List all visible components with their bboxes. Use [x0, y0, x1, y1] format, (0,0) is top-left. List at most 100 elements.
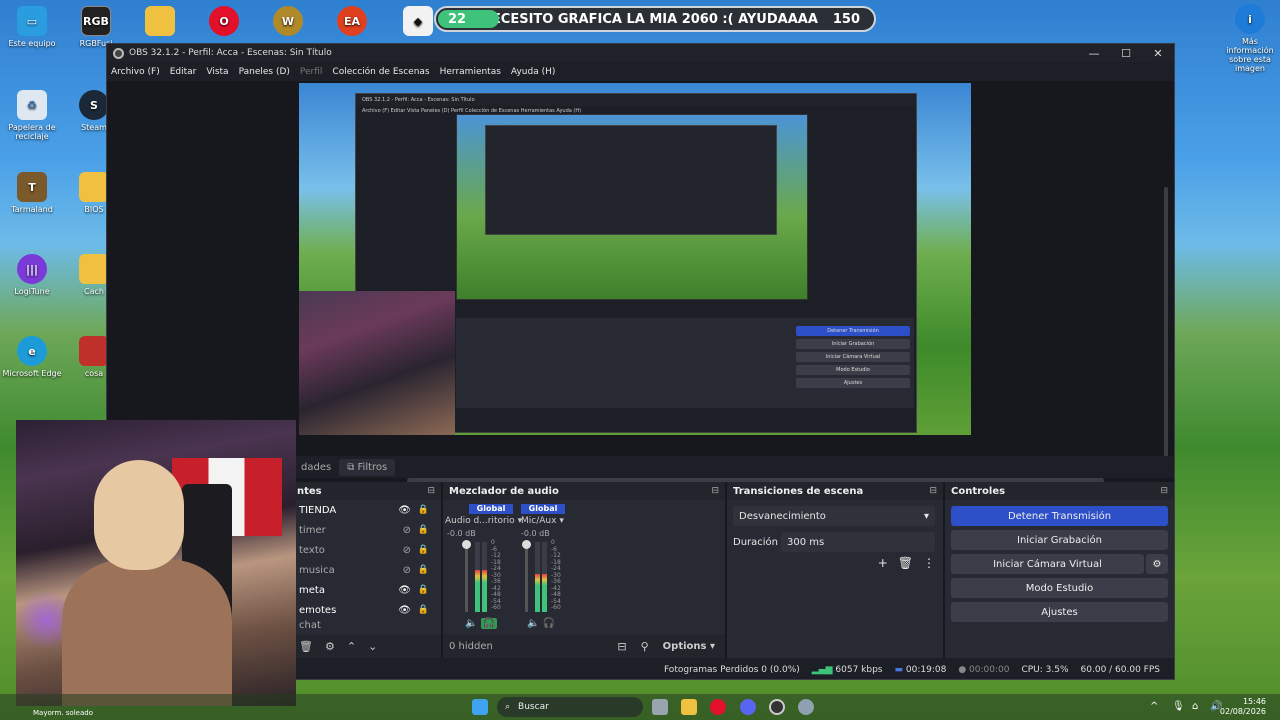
source-item[interactable]: emotes 👁 🔒 — [293, 600, 441, 620]
eye-hidden-icon[interactable]: ⊘ — [403, 525, 411, 536]
headphones-icon[interactable]: 🎧 — [543, 618, 555, 629]
lock-icon[interactable]: 🔒 — [418, 525, 429, 535]
eye-icon[interactable]: 👁 — [398, 605, 411, 616]
lock-icon[interactable]: 🔒 — [418, 565, 429, 575]
undock-icon[interactable]: ⊟ — [1160, 486, 1168, 496]
speaker-icon[interactable]: 🔈 — [465, 618, 477, 629]
nested-start-record: Iniciar Grabación — [796, 339, 910, 349]
mixer-options-button[interactable]: Options ▾ — [663, 641, 715, 652]
speaker-icon[interactable]: 🔈 — [527, 618, 539, 629]
undock-icon[interactable]: ⊟ — [929, 486, 937, 496]
stop-stream-button[interactable]: Detener Transmisión — [951, 506, 1168, 526]
menu-vista[interactable]: Vista — [206, 67, 228, 77]
settings-button[interactable]: Ajustes — [951, 602, 1168, 622]
level-fill — [542, 573, 547, 612]
desktop-icon-opera[interactable]: O — [192, 6, 256, 39]
taskbar-clock[interactable]: 15:46 02/08/2026 — [1220, 697, 1266, 717]
add-icon[interactable]: + — [878, 556, 888, 570]
obs-taskbar-icon[interactable] — [769, 699, 785, 715]
menu-archivo[interactable]: Archivo (F) — [111, 67, 160, 77]
source-item[interactable]: meta 👁 🔒 — [293, 580, 441, 600]
discord-icon[interactable] — [740, 699, 756, 715]
source-item[interactable]: musica ⊘ 🔒 — [293, 560, 441, 580]
trash-icon[interactable]: 🗑 — [299, 640, 313, 653]
menu-editar[interactable]: Editar — [170, 67, 197, 77]
volume-fader[interactable] — [462, 540, 471, 612]
preview-vertical-scrollbar[interactable] — [1164, 187, 1168, 467]
desktop-icon-tarmaland[interactable]: T Tarmaland — [0, 172, 64, 214]
source-item[interactable]: TIENDA 👁 🔒 — [293, 500, 441, 520]
desktop-icon-recycle-bin[interactable]: ♻ Papelera de reciclaje — [0, 90, 64, 141]
settings-taskbar-icon[interactable] — [798, 699, 814, 715]
preview-canvas[interactable]: OBS 32.1.2 - Perfil: Acca - Escenas: Sin… — [299, 83, 971, 435]
network-icon[interactable]: ⌂ — [1192, 701, 1198, 712]
lock-icon[interactable]: 🔒 — [418, 505, 429, 515]
source-item[interactable]: texto ⊘ 🔒 — [293, 540, 441, 560]
desktop-icon-ea[interactable]: EA — [320, 6, 384, 39]
lock-icon[interactable]: 🔒 — [418, 545, 429, 555]
minimize-icon[interactable]: — — [1078, 47, 1110, 60]
source-item[interactable]: timer ⊘ 🔒 — [293, 520, 441, 540]
opera-icon[interactable] — [710, 699, 726, 715]
undock-icon[interactable]: ⊟ — [427, 486, 435, 496]
task-view-icon[interactable] — [652, 699, 668, 715]
maximize-icon[interactable]: ☐ — [1110, 47, 1142, 60]
desktop-icon-wow[interactable]: W — [256, 6, 320, 39]
clock-date: 02/08/2026 — [1219, 707, 1266, 716]
eye-icon[interactable]: 👁 — [398, 505, 411, 516]
close-icon[interactable]: ✕ — [1142, 47, 1174, 60]
more-icon[interactable]: ⋮ — [923, 556, 935, 570]
obs-logo-icon — [113, 47, 124, 59]
tab-filters[interactable]: ⧉ Filtros — [339, 458, 396, 476]
desktop-icon-rgbfusion[interactable]: RGB RGBFusi — [64, 6, 128, 48]
goal-current: 22 — [448, 11, 467, 27]
menu-perfil[interactable]: Perfil — [300, 67, 323, 77]
studio-mode-button[interactable]: Modo Estudio — [951, 578, 1168, 598]
source-item[interactable]: chat — [293, 620, 441, 630]
desktop-icon-info[interactable]: i Más información sobre esta imagen — [1218, 4, 1280, 73]
fader-knob[interactable] — [462, 540, 471, 549]
undock-icon[interactable]: ⊟ — [711, 486, 719, 496]
transition-select[interactable]: Desvanecimiento ▾ — [733, 506, 935, 526]
eye-icon[interactable]: 👁 — [398, 585, 411, 596]
fader-knob[interactable] — [522, 540, 531, 549]
chevron-up-icon[interactable]: ^ — [1150, 701, 1158, 712]
mixer-layout-icon[interactable]: ⊟ — [617, 640, 626, 653]
file-explorer-icon[interactable] — [681, 699, 697, 715]
menu-ayuda[interactable]: Ayuda (H) — [511, 67, 555, 77]
roblox-icon: ◆ — [403, 6, 433, 36]
chevron-down-icon[interactable]: ▾ — [559, 516, 564, 526]
eye-hidden-icon[interactable]: ⊘ — [403, 565, 411, 576]
menu-coleccion[interactable]: Colección de Escenas — [332, 67, 429, 77]
microphone-icon[interactable]: 🎙 — [1172, 701, 1185, 712]
channel-name: Audio d...ritorio — [445, 516, 515, 526]
monitor-icon: ▭ — [17, 6, 47, 36]
gear-icon[interactable]: ⚙ — [325, 640, 335, 653]
eye-hidden-icon[interactable]: ⊘ — [403, 545, 411, 556]
window-title: OBS 32.1.2 - Perfil: Acca - Escenas: Sin… — [129, 48, 332, 58]
desktop-icon-logitune[interactable]: ||| LogiTune — [0, 254, 64, 296]
volume-fader[interactable] — [522, 540, 531, 612]
tab-properties[interactable]: dades — [293, 459, 339, 476]
mixer-header: Mezclador de audio ⊟ — [443, 482, 725, 500]
move-up-icon[interactable]: ⌃ — [347, 640, 356, 653]
virtual-camera-settings-icon[interactable]: ⚙ — [1146, 554, 1168, 574]
desktop-icon-this-pc[interactable]: ▭ Este equipo — [0, 6, 64, 48]
headphones-icon[interactable]: 🎧 — [480, 618, 498, 629]
desktop-icon-edge[interactable]: e Microsoft Edge — [0, 336, 64, 378]
start-recording-button[interactable]: Iniciar Grabación — [951, 530, 1168, 550]
menu-herramientas[interactable]: Herramientas — [440, 67, 501, 77]
trash-icon[interactable]: 🗑 — [898, 556, 913, 570]
advanced-audio-icon[interactable]: ⚲ — [641, 640, 649, 653]
weather-label[interactable]: Mayorm. soleado — [33, 709, 93, 717]
move-down-icon[interactable]: ⌄ — [368, 640, 377, 653]
menu-paneles[interactable]: Paneles (D) — [239, 67, 290, 77]
desktop-icon-folder[interactable] — [128, 6, 192, 39]
start-icon[interactable] — [472, 699, 488, 715]
taskbar-search[interactable]: ⌕ Buscar — [497, 697, 643, 717]
lock-icon[interactable]: 🔒 — [418, 585, 429, 595]
start-virtual-camera-button[interactable]: Iniciar Cámara Virtual — [951, 554, 1144, 574]
live-time: 00:19:08 — [905, 664, 947, 675]
lock-icon[interactable]: 🔒 — [418, 605, 429, 615]
duration-input[interactable]: 300 ms — [781, 532, 935, 552]
